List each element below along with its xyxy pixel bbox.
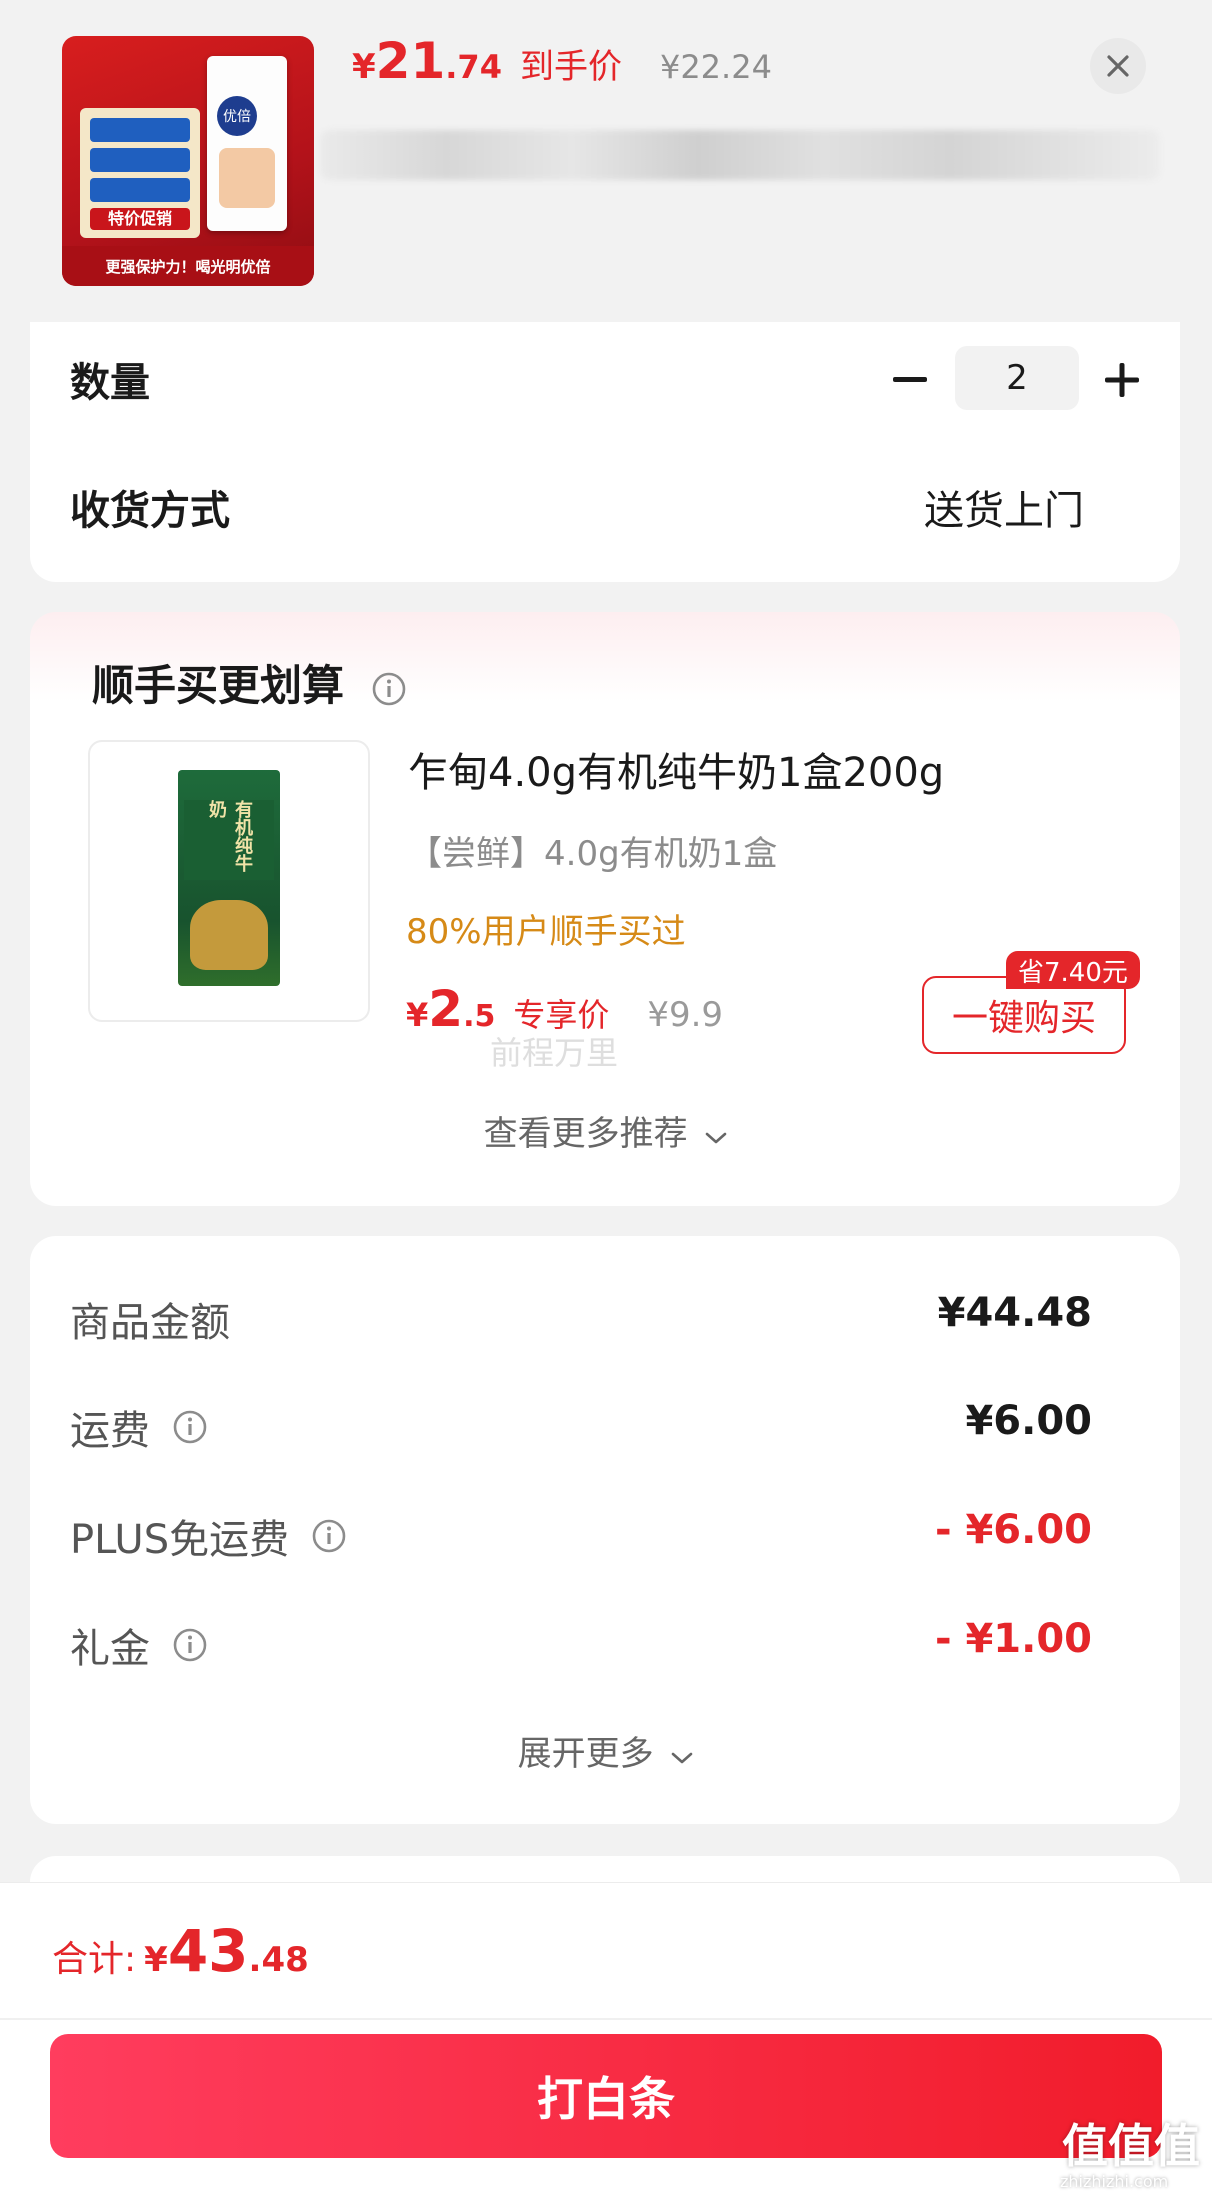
plus-icon xyxy=(1105,363,1139,397)
total-currency: ¥ xyxy=(144,1940,168,1980)
plus-free-shipping-label: PLUS免运费 xyxy=(70,1507,347,1565)
info-icon[interactable] xyxy=(371,671,407,707)
thumbnail-slogan: 更强保护力！喝光明优倍 xyxy=(62,246,314,286)
total-label: 合计: xyxy=(52,1939,137,1980)
elephant-illustration xyxy=(190,900,268,970)
recommended-item-buyers: 80%用户顺手买过 xyxy=(406,912,686,952)
recommended-item-name[interactable]: 乍甸4.0g有机纯牛奶1盒200g xyxy=(408,740,944,798)
quantity-label: 数量 xyxy=(70,360,150,406)
chevron-down-icon xyxy=(672,1752,693,1764)
subtotal-value: ¥44.48 xyxy=(937,1290,1092,1336)
info-icon[interactable] xyxy=(172,1409,208,1445)
quantity-input[interactable]: 2 xyxy=(955,346,1079,410)
recommendation-title: 顺手买更划算 xyxy=(92,652,407,713)
info-icon[interactable] xyxy=(172,1627,208,1663)
more-recommendations-link[interactable]: 查看更多推荐 xyxy=(0,1106,1212,1155)
pay-with-baitiao-button[interactable]: 打白条 xyxy=(50,2034,1162,2158)
site-watermark-url: zhizhizhi.com xyxy=(1060,2172,1169,2191)
plus-free-shipping-value: - ¥6.00 xyxy=(934,1507,1092,1553)
delivery-method-value[interactable]: 送货上门 xyxy=(924,478,1084,536)
total-decimal: .48 xyxy=(248,1940,309,1980)
recommended-item-subtitle: 【尝鲜】4.0g有机奶1盒 xyxy=(408,834,778,874)
final-price-label: 到手价 xyxy=(519,47,622,87)
blurred-spec-text xyxy=(320,130,1160,180)
gift-money-value: - ¥1.00 xyxy=(934,1616,1092,1662)
thumbnail-promo-text: 特价促销 xyxy=(90,208,190,230)
shipping-fee-label: 运费 xyxy=(70,1398,208,1456)
rec-original-price: ¥9.9 xyxy=(647,995,724,1035)
price-integer: 21 xyxy=(375,32,446,90)
rec-price-currency: ¥ xyxy=(406,996,429,1034)
expand-more-link[interactable]: 展开更多 xyxy=(0,1726,1212,1775)
carton-label: 有机纯牛奶 xyxy=(184,800,274,880)
milk-carton-image: 优倍 xyxy=(207,56,287,231)
product-thumbnail: 特价促销 优倍 更强保护力！喝光明优倍 xyxy=(62,36,314,286)
quantity-decrease-button[interactable] xyxy=(888,350,932,410)
shipping-fee-value: ¥6.00 xyxy=(965,1398,1092,1444)
thumbnail-promo-banner: 特价促销 xyxy=(80,108,200,238)
info-icon[interactable] xyxy=(311,1518,347,1554)
organic-milk-carton-image: 有机纯牛奶 xyxy=(178,770,280,986)
recommended-item-thumbnail[interactable]: 有机纯牛奶 xyxy=(88,740,370,1022)
subtotal-label: 商品金额 xyxy=(70,1300,230,1346)
watermark-text: 前程万里 xyxy=(490,1034,619,1072)
price-currency: ¥ xyxy=(352,47,376,87)
price-decimal: .74 xyxy=(445,48,502,86)
chevron-down-icon xyxy=(706,1132,727,1144)
delivery-method-label: 收货方式 xyxy=(70,488,230,534)
gift-money-label: 礼金 xyxy=(70,1616,208,1674)
quantity-increase-button[interactable] xyxy=(1100,350,1144,410)
original-price: ¥22.24 xyxy=(659,48,772,86)
final-price: ¥ 21 .74 到手价 ¥22.24 xyxy=(352,36,772,96)
savings-badge: 省7.40元 xyxy=(1006,951,1140,989)
close-icon xyxy=(1107,55,1129,77)
rec-price-integer: 2 xyxy=(428,980,464,1038)
minus-icon xyxy=(893,377,927,382)
order-total: 合计: ¥ 43 .48 xyxy=(52,1922,309,1982)
divider xyxy=(0,2018,1212,2020)
close-button[interactable] xyxy=(1090,38,1146,94)
brand-logo: 优倍 xyxy=(217,96,257,136)
total-integer: 43 xyxy=(167,1917,249,1985)
